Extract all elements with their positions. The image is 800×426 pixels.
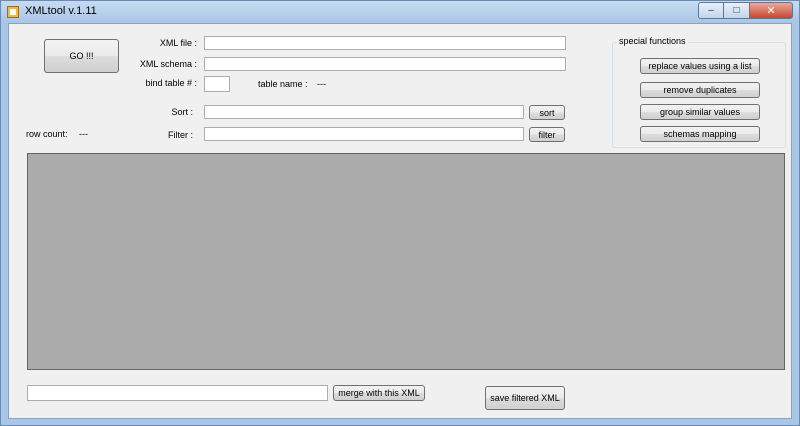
app-window: XMLtool v.1.11 – □ ✕ GO !!! XML file : X… xyxy=(0,0,800,426)
special-functions-title: special functions xyxy=(617,36,688,46)
minimize-button[interactable]: – xyxy=(698,2,724,19)
client-area: GO !!! XML file : XML schema : bind tabl… xyxy=(8,23,792,419)
bind-table-label: bind table # : xyxy=(145,78,197,88)
bind-table-input[interactable] xyxy=(204,76,230,92)
window-controls: – □ ✕ xyxy=(698,2,793,19)
go-button[interactable]: GO !!! xyxy=(44,39,119,73)
xml-file-input[interactable] xyxy=(204,36,566,50)
close-button[interactable]: ✕ xyxy=(750,2,793,19)
row-count-label: row count: xyxy=(26,129,68,139)
group-similar-values-button[interactable]: group similar values xyxy=(640,104,760,120)
xml-schema-label: XML schema : xyxy=(139,59,197,69)
sort-button[interactable]: sort xyxy=(529,105,565,120)
app-icon xyxy=(7,6,19,18)
sort-label: Sort : xyxy=(171,107,193,117)
replace-values-button[interactable]: replace values using a list xyxy=(640,58,760,74)
sort-input[interactable] xyxy=(204,105,524,119)
window-title: XMLtool v.1.11 xyxy=(25,5,97,17)
xml-file-label: XML file : xyxy=(159,38,197,48)
title-bar[interactable]: XMLtool v.1.11 – □ ✕ xyxy=(1,1,799,23)
row-count-value: --- xyxy=(79,129,88,139)
table-name-label: table name : xyxy=(258,79,308,89)
filter-button[interactable]: filter xyxy=(529,127,565,142)
save-filtered-xml-button[interactable]: save filtered XML xyxy=(485,386,565,410)
maximize-button[interactable]: □ xyxy=(724,2,750,19)
merge-button[interactable]: merge with this XML xyxy=(333,385,425,401)
remove-duplicates-button[interactable]: remove duplicates xyxy=(640,82,760,98)
filter-input[interactable] xyxy=(204,127,524,141)
data-grid[interactable] xyxy=(27,153,785,370)
merge-xml-input[interactable] xyxy=(27,385,328,401)
table-name-value: --- xyxy=(317,79,326,89)
schemas-mapping-button[interactable]: schemas mapping xyxy=(640,126,760,142)
special-functions-group: special functions replace values using a… xyxy=(612,36,786,148)
xml-schema-input[interactable] xyxy=(204,57,566,71)
filter-label: Filter : xyxy=(167,130,193,140)
